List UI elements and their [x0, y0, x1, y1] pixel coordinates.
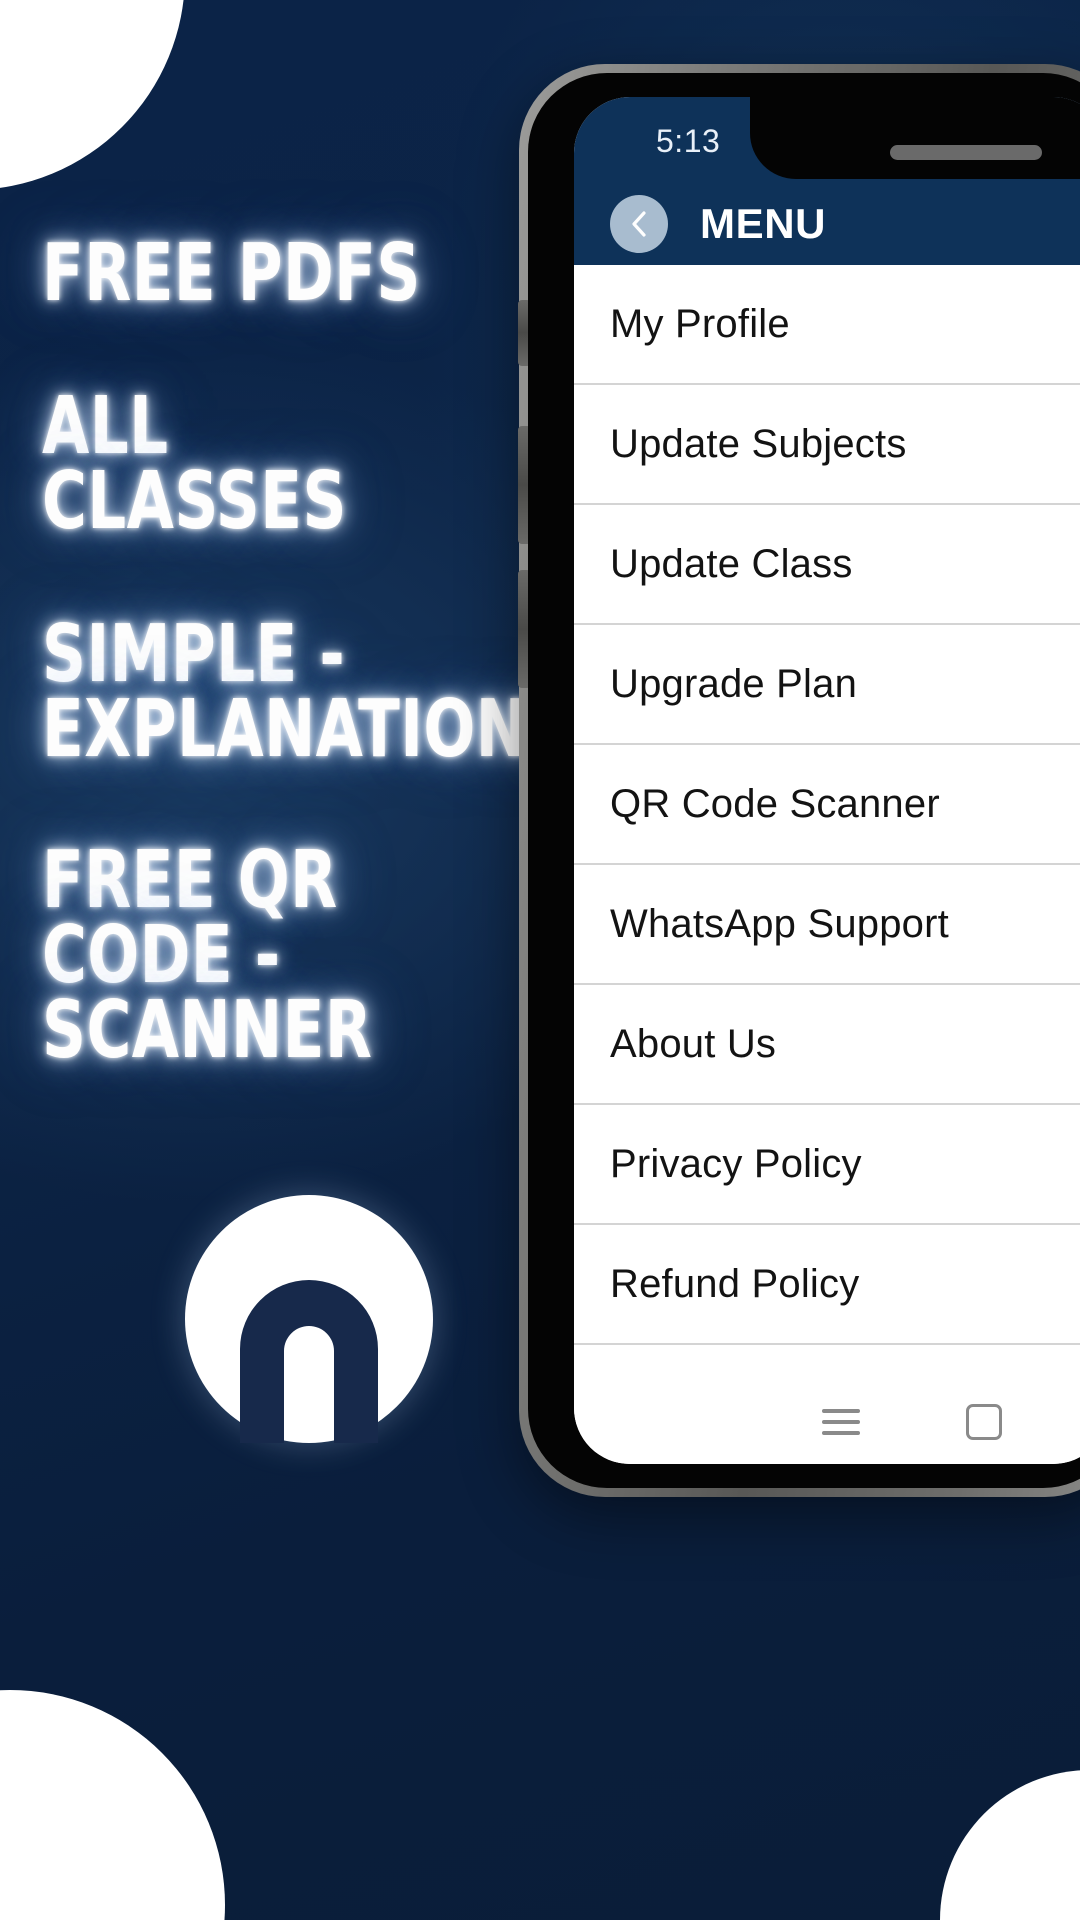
menu-item-qr-code-scanner[interactable]: QR Code Scanner	[574, 745, 1080, 865]
promo-background: FREE PDFS ALL CLASSES SIMPLE - EXPLANATI…	[0, 0, 1080, 1920]
headline-free-qr-code-scanner: FREE QR CODE - SCANNER	[42, 834, 373, 1077]
notch	[750, 97, 1080, 179]
menu-item-label: QR Code Scanner	[610, 781, 940, 826]
menu-item-label: My Profile	[610, 301, 790, 346]
menu-item-label: About Us	[610, 1021, 777, 1066]
page-title: MENU	[700, 200, 827, 247]
status-time: 5:13	[656, 123, 721, 159]
earpiece-speaker	[890, 145, 1042, 160]
nav-home-button[interactable]	[949, 1387, 1019, 1457]
menu-item-label: Update Class	[610, 541, 853, 586]
menu-item-label: Refund Policy	[610, 1261, 860, 1306]
decorative-circle-top-left	[0, 0, 185, 190]
phone-screen: 5:13 MENU My Profile Update Subjects Upd…	[574, 97, 1080, 1464]
app-header: MENU	[574, 183, 1080, 265]
android-navigation-bar	[574, 1380, 1080, 1464]
menu-item-whatsapp-support[interactable]: WhatsApp Support	[574, 865, 1080, 985]
menu-item-privacy-policy[interactable]: Privacy Policy	[574, 1105, 1080, 1225]
status-bar: 5:13	[574, 97, 1080, 183]
square-icon	[965, 1404, 1002, 1440]
decorative-circle-bottom-left	[0, 1690, 225, 1920]
menu-item-label: Update Subjects	[610, 421, 907, 466]
back-button[interactable]	[610, 195, 668, 253]
phone-mockup: 5:13 MENU My Profile Update Subjects Upd…	[518, 64, 1080, 1497]
decorative-circle-bottom-right	[940, 1770, 1080, 1920]
chevron-left-icon	[632, 211, 646, 237]
menu-item-refund-policy[interactable]: Refund Policy	[574, 1225, 1080, 1345]
menu-item-label: Upgrade Plan	[610, 661, 858, 706]
headline-stack: FREE PDFS ALL CLASSES SIMPLE - EXPLANATI…	[42, 227, 572, 1077]
menu-list: My Profile Update Subjects Update Class …	[574, 265, 1080, 1345]
menu-item-my-profile[interactable]: My Profile	[574, 265, 1080, 385]
app-logo	[185, 1195, 433, 1443]
menu-item-update-subjects[interactable]: Update Subjects	[574, 385, 1080, 505]
headline-all-classes: ALL CLASSES	[42, 380, 347, 548]
headline-simple-explanations: SIMPLE - EXPLANATIONS	[42, 608, 572, 776]
headline-free-pdfs: FREE PDFS	[42, 227, 421, 319]
menu-item-update-class[interactable]: Update Class	[574, 505, 1080, 625]
menu-item-label: WhatsApp Support	[610, 901, 949, 946]
menu-item-label: Privacy Policy	[610, 1141, 862, 1186]
logo-n-glyph	[240, 1280, 378, 1443]
menu-item-about-us[interactable]: About Us	[574, 985, 1080, 1105]
menu-item-upgrade-plan[interactable]: Upgrade Plan	[574, 625, 1080, 745]
hamburger-icon	[822, 1409, 861, 1435]
nav-recents-button[interactable]	[806, 1387, 876, 1457]
phone-body: 5:13 MENU My Profile Update Subjects Upd…	[528, 73, 1080, 1488]
